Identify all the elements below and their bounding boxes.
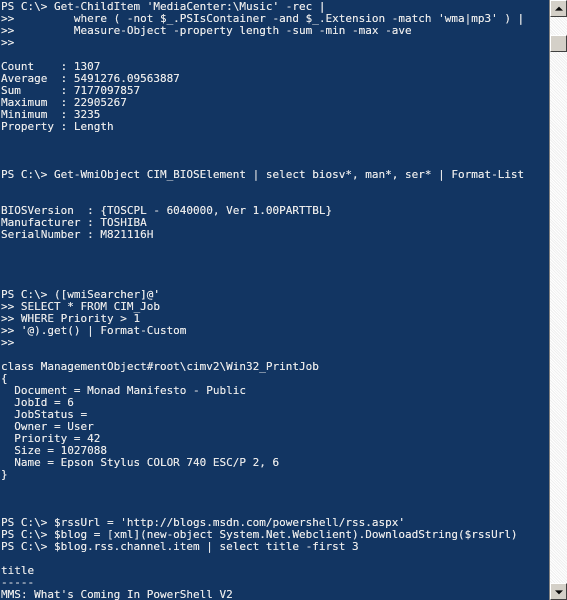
powershell-console-window: PS C:\> Get-ChildItem 'MediaCenter:\Musi… xyxy=(0,0,567,600)
console-line: Average : 5491276.09563887 xyxy=(1,73,180,85)
console-line: SerialNumber : M821116H xyxy=(1,229,154,241)
console-line: PS C:\> $blog.rss.channel.item | select … xyxy=(1,541,359,553)
console-line: Maximum : 22905267 xyxy=(1,97,127,109)
console-output-surface[interactable]: PS C:\> Get-ChildItem 'MediaCenter:\Musi… xyxy=(0,0,549,600)
console-line: { xyxy=(1,373,8,385)
console-line: Count : 1307 xyxy=(1,61,101,73)
scroll-down-arrow-icon[interactable] xyxy=(550,583,567,600)
console-line: JobId = 6 xyxy=(1,397,74,409)
console-line: >> Measure-Object -property length -sum … xyxy=(1,25,412,37)
console-line: Minimum : 3235 xyxy=(1,109,101,121)
console-line: MMS: What's Coming In PowerShell V2 xyxy=(1,589,233,600)
console-line: BIOSVersion : {TOSCPL - 6040000, Ver 1.0… xyxy=(1,205,333,217)
console-line: Manufacturer : TOSHIBA xyxy=(1,217,147,229)
scrollbar-thumb[interactable] xyxy=(550,35,567,52)
console-line: PS C:\> Get-ChildItem 'MediaCenter:\Musi… xyxy=(1,1,326,13)
console-line: Property : Length xyxy=(1,121,114,133)
scroll-up-arrow-icon[interactable] xyxy=(550,0,567,17)
console-line: Owner = User xyxy=(1,421,94,433)
console-line: PS C:\> $blog = [xml](new-object System.… xyxy=(1,529,518,541)
console-line: >> WHERE Priority > 1 xyxy=(1,313,141,325)
console-line: PS C:\> ([wmiSearcher]@' xyxy=(1,289,160,301)
console-line: >> xyxy=(1,337,15,349)
console-line: title xyxy=(1,565,35,577)
console-text-buffer: PS C:\> Get-ChildItem 'MediaCenter:\Musi… xyxy=(0,1,549,600)
console-line: ----- xyxy=(1,577,35,589)
console-line: Document = Monad Manifesto - Public xyxy=(1,385,247,397)
console-line: } xyxy=(1,469,8,481)
console-line: class ManagementObject#root\cimv2\Win32_… xyxy=(1,361,319,373)
console-line: >> where ( -not $_.PSIsContainer -and $_… xyxy=(1,13,525,25)
console-line: Size = 1027088 xyxy=(1,445,107,457)
console-line: Sum : 7177097857 xyxy=(1,85,141,97)
console-line: PS C:\> $rssUrl = 'http://blogs.msdn.com… xyxy=(1,517,405,529)
console-line: PS C:\> Get-WmiObject CIM_BIOSElement | … xyxy=(1,169,525,181)
console-line: >> xyxy=(1,37,15,49)
vertical-scrollbar[interactable] xyxy=(549,0,567,600)
console-line: JobStatus = xyxy=(1,409,88,421)
console-line: >> SELECT * FROM CIM_Job xyxy=(1,301,160,313)
console-line: >> '@).get() | Format-Custom xyxy=(1,325,187,337)
console-line: Name = Epson Stylus COLOR 740 ESC/P 2, 6 xyxy=(1,457,280,469)
scrollbar-track[interactable] xyxy=(550,17,567,583)
console-line: Priority = 42 xyxy=(1,433,101,445)
